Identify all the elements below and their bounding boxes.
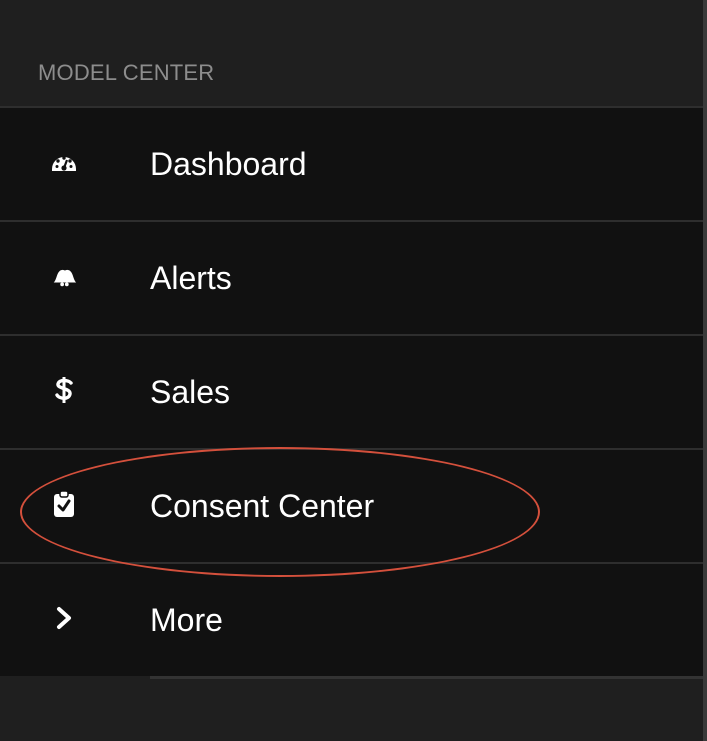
section-header: MODEL CENTER [38, 60, 215, 85]
sidebar-panel: MODEL CENTER Dashboard Alerts Sales Cons… [0, 0, 707, 741]
sidebar-item-dashboard[interactable]: Dashboard [0, 106, 703, 220]
sidebar-item-label: Alerts [150, 260, 232, 296]
dashboard-gauge-icon [50, 148, 78, 176]
bell-icon [50, 262, 78, 290]
chevron-right-icon [50, 604, 78, 632]
dollar-icon [50, 376, 78, 404]
sidebar-item-label: Consent Center [150, 488, 375, 524]
sidebar-item-label: More [150, 602, 223, 638]
sidebar-item-consent-center[interactable]: Consent Center [0, 448, 703, 562]
sidebar-item-label: Sales [150, 374, 231, 410]
sidebar-item-sales[interactable]: Sales [0, 334, 703, 448]
clipboard-check-icon [50, 490, 78, 518]
sidebar-border [703, 0, 707, 741]
sidebar-item-more[interactable]: More [0, 562, 703, 676]
menu-bottom-divider [150, 676, 703, 679]
sidebar-item-alerts[interactable]: Alerts [0, 220, 703, 334]
sidebar-item-label: Dashboard [150, 146, 307, 182]
sidebar-menu: Dashboard Alerts Sales Consent Center Mo… [0, 106, 703, 680]
